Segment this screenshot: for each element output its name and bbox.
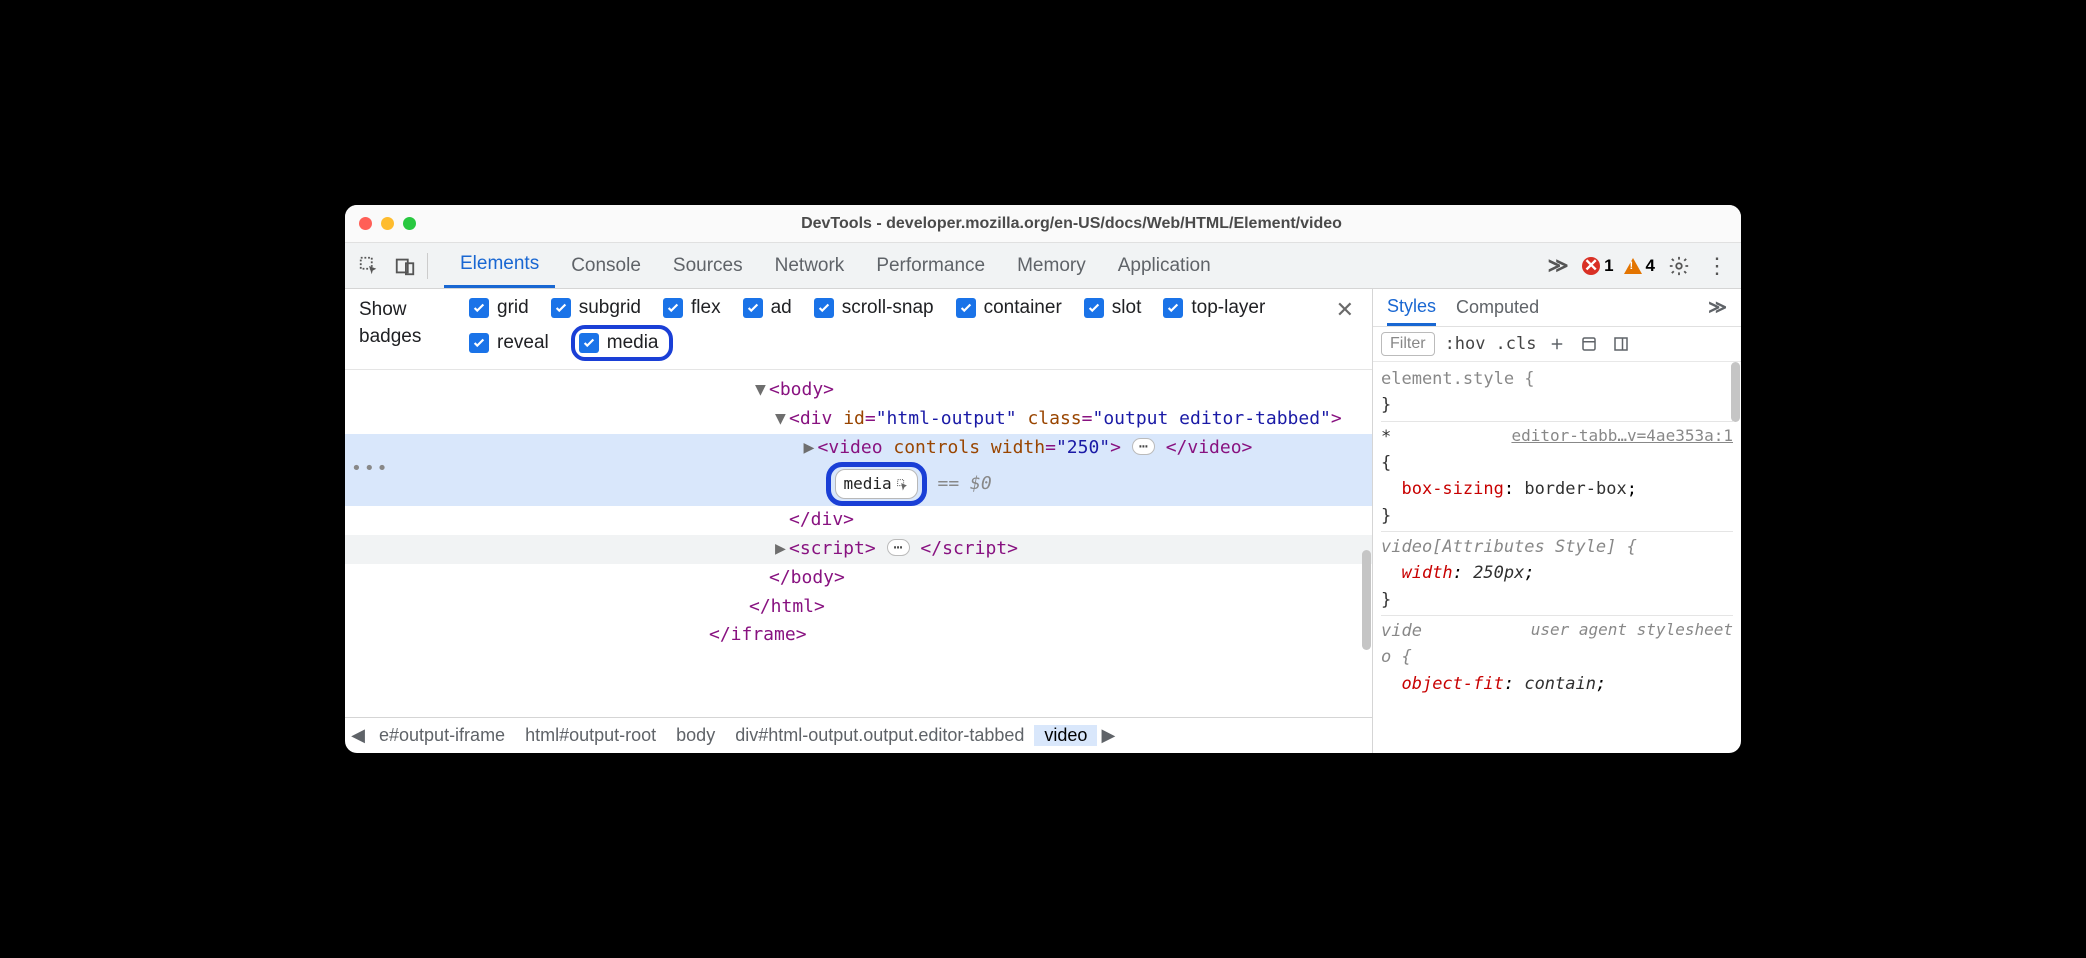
- elements-panel: Showbadges grid subgrid flex ad scroll-s…: [345, 289, 1373, 753]
- breadcrumb-item-selected[interactable]: video: [1034, 725, 1097, 746]
- ellipsis-badge[interactable]: ⋯: [1132, 438, 1155, 455]
- badge-top-layer[interactable]: top-layer: [1163, 297, 1265, 319]
- badges-label: Showbadges: [359, 297, 451, 350]
- breadcrumb-item[interactable]: div#html-output.output.editor-tabbed: [725, 725, 1034, 746]
- badge-reveal[interactable]: reveal: [469, 325, 549, 361]
- badge-scroll-snap[interactable]: scroll-snap: [814, 297, 934, 319]
- badge-media[interactable]: media: [571, 325, 673, 361]
- styles-tabs: Styles Computed ≫: [1373, 289, 1741, 327]
- ua-stylesheet-label: user agent stylesheet: [1531, 618, 1733, 643]
- badge-flex[interactable]: flex: [663, 297, 721, 319]
- badge-container[interactable]: container: [956, 297, 1062, 319]
- tab-sources[interactable]: Sources: [657, 243, 759, 288]
- styles-scrollbar[interactable]: [1731, 362, 1740, 422]
- settings-gear-icon[interactable]: [1665, 252, 1693, 280]
- kebab-menu-icon[interactable]: ⋮: [1703, 252, 1731, 280]
- breadcrumb-item[interactable]: e#output-iframe: [369, 725, 515, 746]
- dom-node-video-selected[interactable]: ••• ▶<video controls width="250"> ⋯ </vi…: [345, 434, 1372, 507]
- badges-bar: Showbadges grid subgrid flex ad scroll-s…: [345, 289, 1372, 370]
- styles-rules[interactable]: element.style { } *editor-tabb…v=4ae353a…: [1373, 362, 1741, 753]
- tab-console[interactable]: Console: [555, 243, 657, 288]
- tab-computed[interactable]: Computed: [1456, 289, 1539, 326]
- toolbar-right: ≫ ✕ 1 4 ⋮: [1544, 252, 1731, 280]
- main-split: Showbadges grid subgrid flex ad scroll-s…: [345, 289, 1741, 753]
- window-title: DevTools - developer.mozilla.org/en-US/d…: [416, 215, 1727, 233]
- more-tabs-icon[interactable]: ≫: [1544, 252, 1572, 280]
- media-badge-highlight: media: [826, 462, 927, 506]
- inspect-element-icon[interactable]: [355, 252, 383, 280]
- window-titlebar: DevTools - developer.mozilla.org/en-US/d…: [345, 205, 1741, 243]
- dom-tree[interactable]: ▼<body> ▼<div id="html-output" class="ou…: [345, 370, 1372, 717]
- tab-elements[interactable]: Elements: [444, 243, 555, 288]
- warning-count[interactable]: 4: [1624, 256, 1655, 276]
- tab-application[interactable]: Application: [1102, 243, 1227, 288]
- badge-slot[interactable]: slot: [1084, 297, 1142, 319]
- ellipsis-badge[interactable]: ⋯: [887, 539, 910, 556]
- tab-network[interactable]: Network: [759, 243, 861, 288]
- warning-icon: [1624, 258, 1642, 274]
- hov-toggle[interactable]: :hov: [1445, 334, 1486, 354]
- new-style-rule-icon[interactable]: [1546, 333, 1568, 355]
- panel-tabs: Elements Console Sources Network Perform…: [444, 243, 1536, 288]
- tab-styles[interactable]: Styles: [1387, 289, 1436, 326]
- styles-panel: Styles Computed ≫ Filter :hov .cls eleme…: [1373, 289, 1741, 753]
- dom-node-div[interactable]: ▼<div id="html-output" class="output edi…: [345, 405, 1372, 434]
- badge-grid[interactable]: grid: [469, 297, 529, 319]
- breadcrumb-right-arrow[interactable]: ▶: [1097, 725, 1119, 746]
- dom-node-div-close[interactable]: </div>: [345, 506, 1372, 535]
- badge-ad[interactable]: ad: [743, 297, 792, 319]
- cls-toggle[interactable]: .cls: [1496, 334, 1537, 354]
- styles-filter-row: Filter :hov .cls: [1373, 327, 1741, 362]
- minimize-window-button[interactable]: [381, 217, 394, 230]
- devtools-window: DevTools - developer.mozilla.org/en-US/d…: [345, 205, 1741, 753]
- toggle-sidebar-icon[interactable]: [1610, 333, 1632, 355]
- breadcrumb-item[interactable]: html#output-root: [515, 725, 666, 746]
- error-icon: ✕: [1582, 257, 1600, 275]
- device-toolbar-icon[interactable]: [391, 252, 419, 280]
- more-styles-tabs-icon[interactable]: ≫: [1708, 289, 1727, 326]
- dom-node-html-close[interactable]: </html>: [345, 593, 1372, 622]
- error-count[interactable]: ✕ 1: [1582, 256, 1613, 276]
- breadcrumb-item[interactable]: body: [666, 725, 725, 746]
- dom-node-body[interactable]: ▼<body>: [345, 376, 1372, 405]
- badges-grid: grid subgrid flex ad scroll-snap contain…: [469, 297, 1318, 361]
- computed-styles-icon[interactable]: [1578, 333, 1600, 355]
- tab-memory[interactable]: Memory: [1001, 243, 1102, 288]
- breadcrumb-left-arrow[interactable]: ◀: [347, 725, 369, 746]
- dom-node-body-close[interactable]: </body>: [345, 564, 1372, 593]
- devtools-toolbar: Elements Console Sources Network Perform…: [345, 243, 1741, 289]
- dom-node-script[interactable]: ▶<script> ⋯ </script>: [345, 535, 1372, 564]
- close-badges-icon[interactable]: ✕: [1336, 297, 1358, 323]
- expand-dots-icon[interactable]: •••: [345, 455, 396, 484]
- styles-filter-input[interactable]: Filter: [1381, 332, 1435, 356]
- traffic-lights: [359, 217, 416, 230]
- close-window-button[interactable]: [359, 217, 372, 230]
- tab-performance[interactable]: Performance: [860, 243, 1001, 288]
- dom-scrollbar[interactable]: [1362, 550, 1371, 650]
- dom-breadcrumb: ◀ e#output-iframe html#output-root body …: [345, 717, 1372, 753]
- badge-subgrid[interactable]: subgrid: [551, 297, 641, 319]
- dom-node-iframe-close[interactable]: </iframe>: [345, 621, 1372, 650]
- stylesheet-link[interactable]: editor-tabb…v=4ae353a:1: [1511, 424, 1733, 449]
- zoom-window-button[interactable]: [403, 217, 416, 230]
- media-badge-pill[interactable]: media: [835, 469, 918, 499]
